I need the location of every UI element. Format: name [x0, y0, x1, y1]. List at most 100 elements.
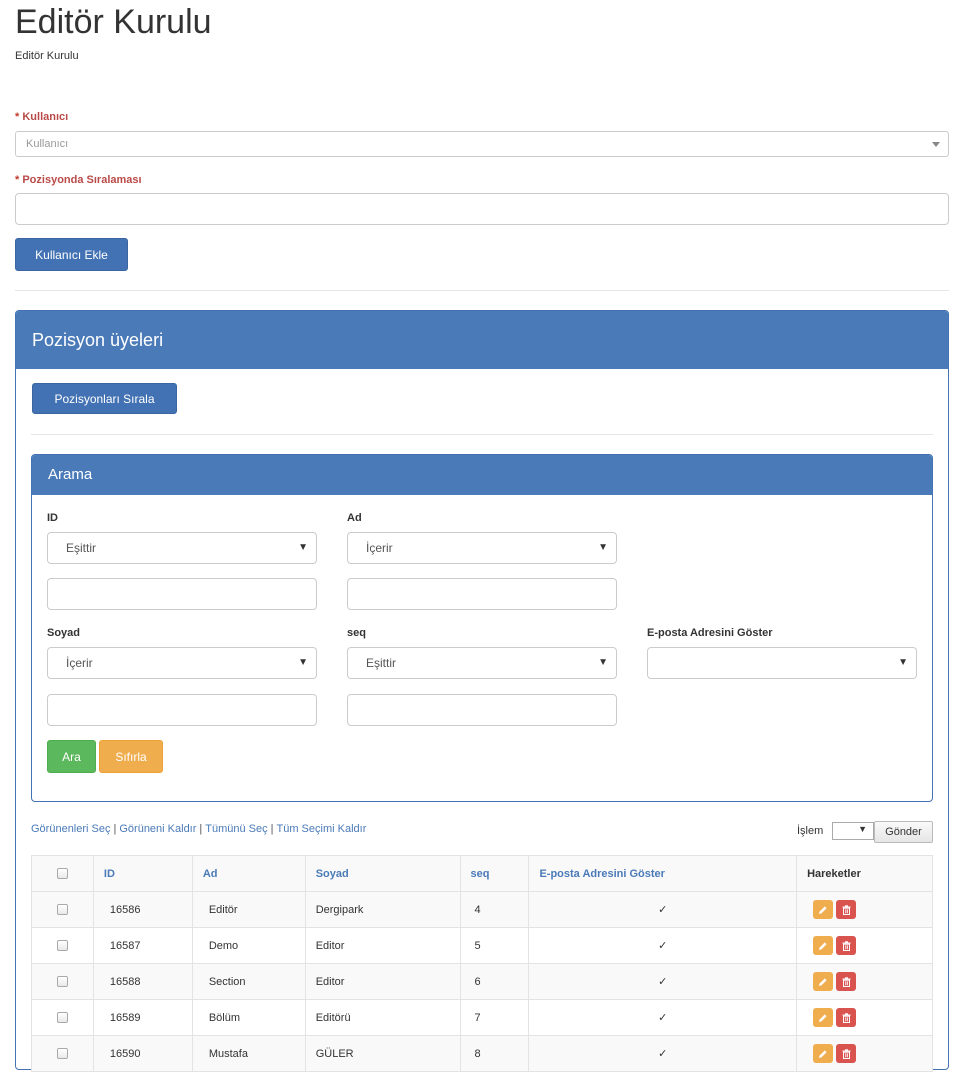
separator: |: [270, 823, 274, 835]
filter-ad-operator[interactable]: İçerir ▼: [347, 532, 617, 564]
filter-id-input[interactable]: [47, 578, 317, 610]
action-select[interactable]: ▼: [832, 822, 874, 840]
cell-seq: 6: [459, 963, 530, 1000]
trash-icon[interactable]: [836, 1044, 857, 1063]
filter-seq-label: seq: [347, 627, 366, 639]
caret-down-icon: ▼: [598, 542, 608, 553]
pencil-icon[interactable]: [813, 936, 834, 955]
search-panel-title: Arama: [32, 455, 932, 495]
cell-seq: 7: [459, 999, 530, 1036]
cell-actions: [796, 963, 933, 1000]
select-all-checkbox[interactable]: [56, 868, 68, 880]
divider: [31, 434, 933, 435]
cell-ad: Demo: [191, 927, 306, 964]
select-visible-link[interactable]: Görünenleri Seç: [31, 823, 111, 835]
page: Editör Kurulu Editör Kurulu * Kullanıcı …: [0, 0, 963, 1072]
reset-button[interactable]: Sıfırla: [99, 740, 163, 773]
order-input[interactable]: [15, 193, 949, 225]
filter-soyad-operator-value: İçerir: [66, 656, 93, 670]
send-button[interactable]: Gönder: [874, 821, 933, 843]
cell-id: 16586: [92, 891, 193, 928]
pencil-icon[interactable]: [813, 972, 834, 991]
row-checkbox-cell: [31, 927, 94, 964]
trash-icon[interactable]: [836, 936, 857, 955]
required-mark: *: [15, 174, 20, 186]
order-label: * Pozisyonda Sıralaması: [15, 174, 142, 186]
caret-down-icon: ▼: [598, 657, 608, 668]
user-label: * Kullanıcı: [15, 111, 68, 123]
column-header-id[interactable]: ID: [92, 855, 193, 892]
cell-email: ✓: [528, 963, 798, 1000]
cell-soyad: Editor: [304, 963, 461, 1000]
deselect-all-link[interactable]: Tüm Seçimi Kaldır: [277, 823, 367, 835]
pencil-icon[interactable]: [813, 900, 834, 919]
row-checkbox-cell: [31, 891, 94, 928]
column-header-ad[interactable]: Ad: [191, 855, 306, 892]
column-header-seq[interactable]: seq: [459, 855, 530, 892]
filter-seq-input[interactable]: [347, 694, 617, 726]
cell-actions: [796, 999, 933, 1036]
user-select-placeholder: Kullanıcı: [26, 138, 69, 150]
cell-actions: [796, 1035, 933, 1072]
search-button[interactable]: Ara: [47, 740, 96, 773]
row-checkbox[interactable]: [56, 904, 68, 916]
caret-down-icon: ▼: [858, 824, 867, 834]
cell-id: 16589: [92, 999, 193, 1036]
table-row: 16589 Bölüm Editörü 7 ✓: [31, 999, 933, 1036]
search-panel: Arama: [31, 454, 933, 802]
row-checkbox[interactable]: [56, 940, 68, 952]
caret-down-icon: [932, 142, 940, 147]
members-panel-title: Pozisyon üyeleri: [16, 311, 948, 369]
trash-icon[interactable]: [836, 972, 857, 991]
cell-ad: Editör: [191, 891, 306, 928]
cell-seq: 5: [459, 927, 530, 964]
row-checkbox-cell: [31, 999, 94, 1036]
filter-email-select[interactable]: ▼: [647, 647, 917, 679]
deselect-visible-link[interactable]: Görüneni Kaldır: [119, 823, 196, 835]
trash-icon[interactable]: [836, 900, 857, 919]
row-checkbox[interactable]: [56, 976, 68, 988]
caret-down-icon: ▼: [298, 542, 308, 553]
required-mark: *: [15, 111, 20, 123]
cell-ad: Section: [191, 963, 306, 1000]
cell-ad: Bölüm: [191, 999, 306, 1036]
column-header-email[interactable]: E-posta Adresini Göster: [528, 855, 798, 892]
filter-id-operator[interactable]: Eşittir ▼: [47, 532, 317, 564]
add-user-button[interactable]: Kullanıcı Ekle: [15, 238, 128, 271]
members-table: ID Ad Soyad seq E-posta Adresini Göster …: [31, 855, 933, 1072]
cell-soyad: GÜLER: [304, 1035, 461, 1072]
sort-positions-button[interactable]: Pozisyonları Sırala: [32, 383, 177, 414]
filter-soyad-label: Soyad: [47, 627, 81, 639]
cell-id: 16590: [92, 1035, 193, 1072]
breadcrumb: Editör Kurulu: [15, 50, 79, 62]
pencil-icon[interactable]: [813, 1008, 834, 1027]
filter-seq-operator[interactable]: Eşittir ▼: [347, 647, 617, 679]
pencil-icon[interactable]: [813, 1044, 834, 1063]
row-checkbox-cell: [31, 963, 94, 1000]
trash-icon[interactable]: [836, 1008, 857, 1027]
filter-soyad-operator[interactable]: İçerir ▼: [47, 647, 317, 679]
table-header-row: ID Ad Soyad seq E-posta Adresini Göster …: [31, 855, 933, 892]
cell-seq: 4: [459, 891, 530, 928]
page-title: Editör Kurulu: [15, 3, 212, 41]
separator: |: [199, 823, 203, 835]
filter-ad-label: Ad: [347, 512, 362, 524]
caret-down-icon: ▼: [298, 657, 308, 668]
separator: |: [113, 823, 117, 835]
cell-email: ✓: [528, 927, 798, 964]
user-select[interactable]: Kullanıcı: [15, 131, 949, 157]
row-checkbox[interactable]: [56, 1012, 68, 1024]
cell-email: ✓: [528, 1035, 798, 1072]
filter-soyad-input[interactable]: [47, 694, 317, 726]
cell-ad: Mustafa: [191, 1035, 306, 1072]
cell-id: 16587: [92, 927, 193, 964]
filter-email-label: E-posta Adresini Göster: [647, 627, 773, 639]
row-checkbox[interactable]: [56, 1048, 68, 1060]
select-all-link[interactable]: Tümünü Seç: [205, 823, 267, 835]
cell-actions: [796, 891, 933, 928]
filter-ad-input[interactable]: [347, 578, 617, 610]
table-row: 16588 Section Editor 6 ✓: [31, 963, 933, 1000]
column-header-soyad[interactable]: Soyad: [304, 855, 461, 892]
select-all-checkbox-cell: [31, 855, 94, 892]
table-row: 16590 Mustafa GÜLER 8 ✓: [31, 1035, 933, 1072]
